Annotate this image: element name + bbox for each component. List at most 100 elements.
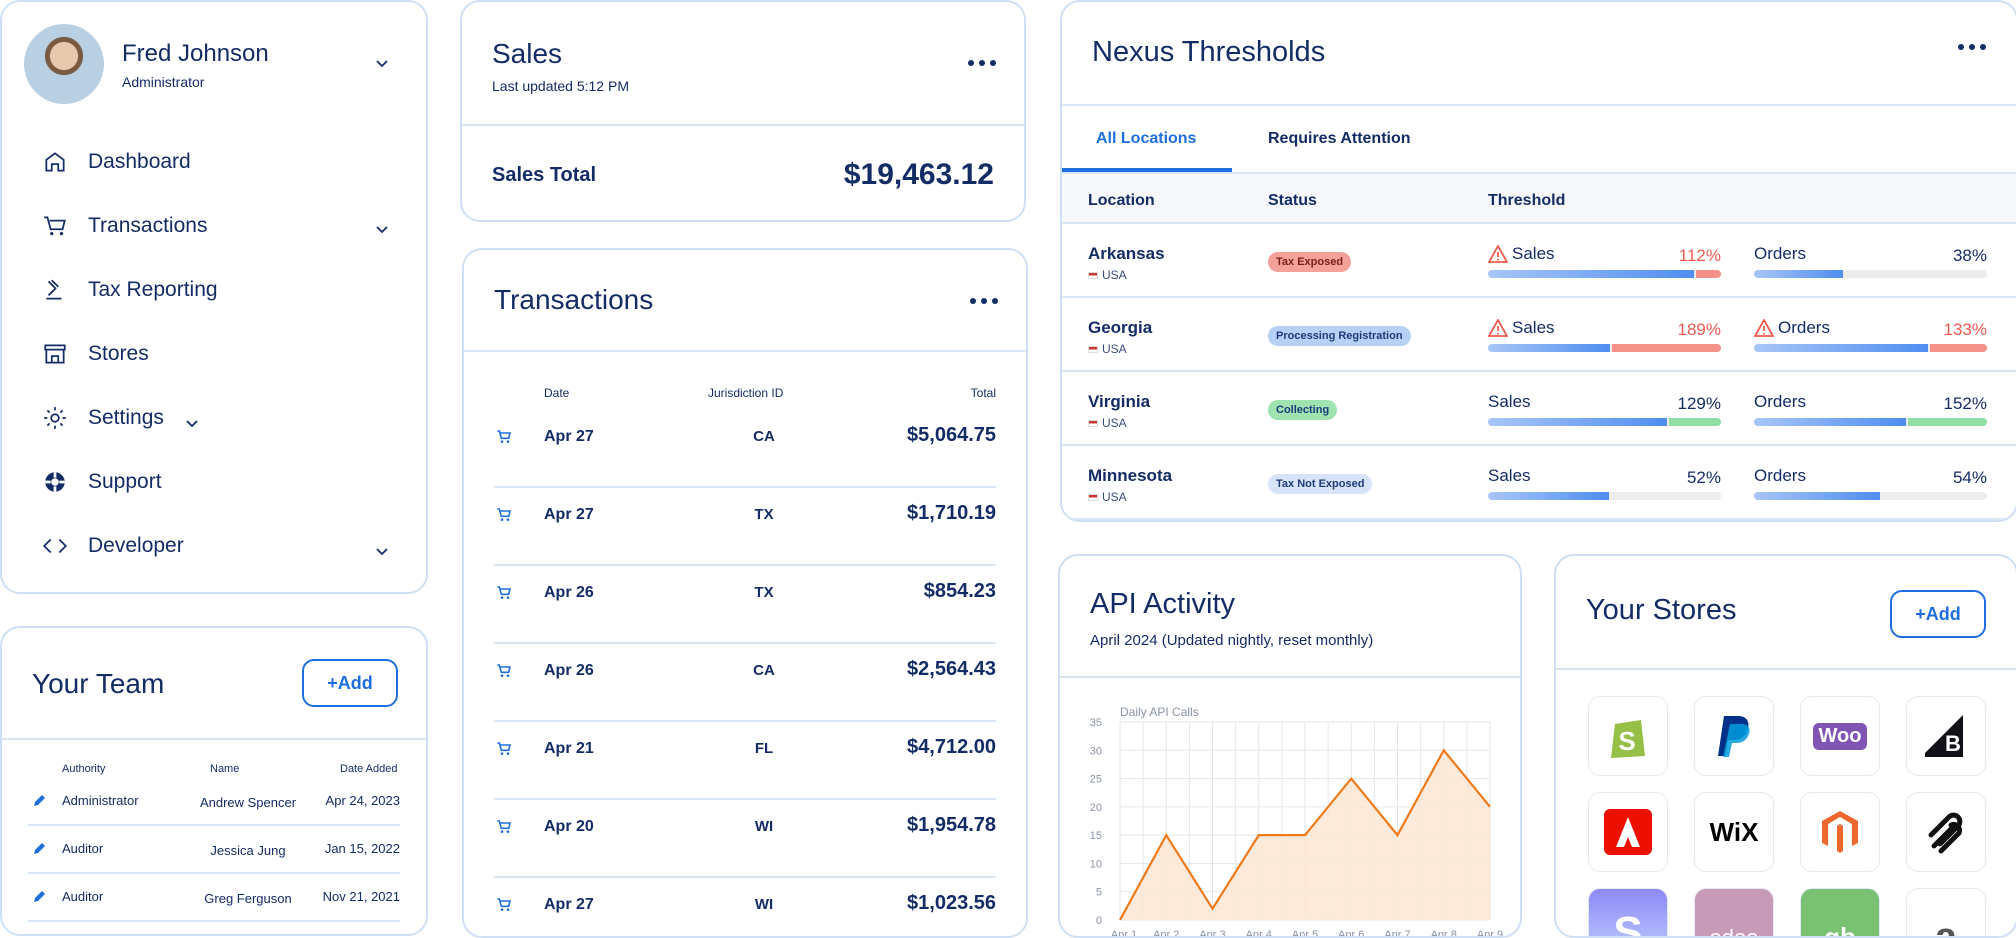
nexus-row[interactable]: ArkansasUSATax ExposedSales112%Orders38% bbox=[1062, 224, 2016, 298]
team-row[interactable]: AuditorGreg FergusonNov 21, 2021 bbox=[28, 874, 400, 922]
edit-pencil-icon[interactable] bbox=[32, 842, 46, 856]
profile-chevron-down-icon[interactable] bbox=[376, 60, 388, 68]
nexus-location: Georgia bbox=[1088, 318, 1152, 338]
bigcommerce-icon: B bbox=[1923, 713, 1969, 759]
transaction-row[interactable]: Apr 27CA$5,064.75 bbox=[494, 410, 996, 488]
nexus-header-threshold: Threshold bbox=[1488, 192, 1565, 210]
transaction-row[interactable]: Apr 26TX$854.23 bbox=[494, 566, 996, 644]
svg-text:S: S bbox=[1618, 726, 1635, 756]
transactions-chevron-down-icon[interactable] bbox=[376, 226, 388, 234]
tx-jurisdiction: TX bbox=[734, 584, 794, 601]
store-quickbooks[interactable]: qb bbox=[1800, 888, 1880, 938]
sales-updated: Last updated 5:12 PM bbox=[492, 78, 629, 94]
us-flag-icon bbox=[1088, 420, 1098, 427]
y-tick-label: 30 bbox=[1090, 745, 1102, 757]
us-flag-icon bbox=[1088, 346, 1098, 353]
store-odoo[interactable]: odoo bbox=[1694, 888, 1774, 938]
transaction-row[interactable]: Apr 27TX$1,710.19 bbox=[494, 488, 996, 566]
store-wix[interactable]: WiX bbox=[1694, 792, 1774, 872]
orders-meter: Orders54% bbox=[1754, 466, 1987, 506]
tx-date: Apr 27 bbox=[544, 428, 594, 446]
sales-meter-label: Sales bbox=[1488, 318, 1555, 338]
orders-bar bbox=[1754, 344, 1987, 352]
team-row[interactable]: AuditorJessica JungJan 15, 2022 bbox=[28, 826, 400, 874]
y-tick-label: 10 bbox=[1090, 858, 1102, 870]
tab-all-locations[interactable]: All Locations bbox=[1096, 130, 1196, 148]
nexus-row[interactable]: VirginiaUSACollectingSales129%Orders152% bbox=[1062, 372, 2016, 446]
meter-over bbox=[1930, 344, 1987, 352]
team-date: Apr 24, 2023 bbox=[326, 793, 400, 808]
tx-total: $1,954.78 bbox=[907, 814, 996, 837]
tx-jurisdiction: CA bbox=[734, 662, 794, 679]
warning-icon bbox=[1754, 319, 1774, 337]
store-amazon[interactable]: a bbox=[1906, 888, 1986, 938]
nav-label: Developer bbox=[88, 534, 184, 558]
edit-pencil-icon[interactable] bbox=[32, 794, 46, 808]
transaction-row[interactable]: Apr 20WI$1,954.78 bbox=[494, 800, 996, 878]
store-squarespace[interactable] bbox=[1906, 792, 1986, 872]
meter-over bbox=[1696, 270, 1721, 278]
nav-support[interactable]: Support bbox=[42, 462, 162, 502]
nexus-divider bbox=[1062, 104, 2016, 106]
api-divider bbox=[1060, 676, 1520, 678]
lifebuoy-icon bbox=[42, 469, 68, 495]
nexus-title: Nexus Thresholds bbox=[1092, 36, 1325, 69]
nexus-more-icon[interactable] bbox=[1958, 44, 1986, 50]
store-adobe[interactable] bbox=[1588, 792, 1668, 872]
sales-more-icon[interactable] bbox=[968, 60, 996, 66]
team-authority: Administrator bbox=[62, 793, 139, 808]
developer-chevron-down-icon[interactable] bbox=[376, 548, 388, 556]
transaction-row[interactable]: Apr 26CA$2,564.43 bbox=[494, 644, 996, 722]
nav-dashboard[interactable]: Dashboard bbox=[42, 142, 191, 182]
nav-transactions[interactable]: Transactions bbox=[42, 206, 207, 246]
avatar[interactable] bbox=[24, 24, 104, 104]
transactions-more-icon[interactable] bbox=[970, 298, 998, 304]
cart-icon bbox=[496, 741, 512, 757]
store-woocommerce[interactable]: Woo bbox=[1800, 696, 1880, 776]
nav-developer[interactable]: Developer bbox=[42, 526, 184, 566]
tab-requires-attention[interactable]: Requires Attention bbox=[1268, 130, 1411, 148]
nexus-country-wrap: USA bbox=[1088, 268, 1127, 282]
edit-pencil-icon[interactable] bbox=[32, 890, 46, 904]
transaction-row[interactable]: Apr 27WI$1,023.56 bbox=[494, 878, 996, 938]
nexus-row[interactable]: MinnesotaUSATax Not ExposedSales52%Order… bbox=[1062, 446, 2016, 520]
transaction-row[interactable]: Apr 21FL$4,712.00 bbox=[494, 722, 996, 800]
team-authority: Auditor bbox=[62, 841, 103, 856]
orders-label: Orders bbox=[1778, 318, 1830, 338]
nexus-location: Minnesota bbox=[1088, 466, 1172, 486]
nexus-country-wrap: USA bbox=[1088, 342, 1127, 356]
store-shopify[interactable]: S bbox=[1588, 696, 1668, 776]
sales-bar bbox=[1488, 344, 1721, 352]
add-store-button[interactable]: +Add bbox=[1890, 590, 1986, 638]
sales-bar bbox=[1488, 270, 1721, 278]
store-icon bbox=[42, 341, 68, 367]
settings-chevron-down-icon[interactable] bbox=[186, 420, 198, 428]
us-flag-icon bbox=[1088, 272, 1098, 279]
nav-tax-reporting[interactable]: Tax Reporting bbox=[42, 270, 218, 310]
meter-fill bbox=[1754, 418, 1906, 426]
team-title: Your Team bbox=[32, 668, 164, 700]
tx-date: Apr 21 bbox=[544, 740, 594, 758]
orders-meter-label: Orders bbox=[1754, 244, 1806, 264]
nav-settings[interactable]: Settings bbox=[42, 398, 164, 438]
warning-icon bbox=[1488, 245, 1508, 263]
store-bigcommerce[interactable]: B bbox=[1906, 696, 1986, 776]
sales-card: Sales Last updated 5:12 PM Sales Total $… bbox=[460, 0, 1026, 222]
team-name: Jessica Jung bbox=[148, 843, 348, 858]
store-magento[interactable] bbox=[1800, 792, 1880, 872]
profile-name[interactable]: Fred Johnson bbox=[122, 40, 269, 68]
store-paypal[interactable] bbox=[1694, 696, 1774, 776]
store-stripe[interactable]: S bbox=[1588, 888, 1668, 938]
status-badge: Collecting bbox=[1268, 400, 1337, 420]
orders-meter-label: Orders bbox=[1754, 466, 1806, 486]
tx-jurisdiction: CA bbox=[734, 428, 794, 445]
nav-stores[interactable]: Stores bbox=[42, 334, 149, 374]
stores-card: Your Stores +Add S Woo B WiX S odoo qb a bbox=[1554, 554, 2016, 938]
sales-pct: 52% bbox=[1687, 468, 1721, 488]
team-row[interactable]: AdministratorAndrew SpencerApr 24, 2023 bbox=[28, 778, 400, 826]
team-divider bbox=[2, 738, 426, 740]
orders-pct: 152% bbox=[1944, 394, 1987, 414]
tx-date: Apr 26 bbox=[544, 662, 594, 680]
nexus-row[interactable]: GeorgiaUSAProcessing RegistrationSales18… bbox=[1062, 298, 2016, 372]
add-team-member-button[interactable]: +Add bbox=[302, 659, 398, 707]
